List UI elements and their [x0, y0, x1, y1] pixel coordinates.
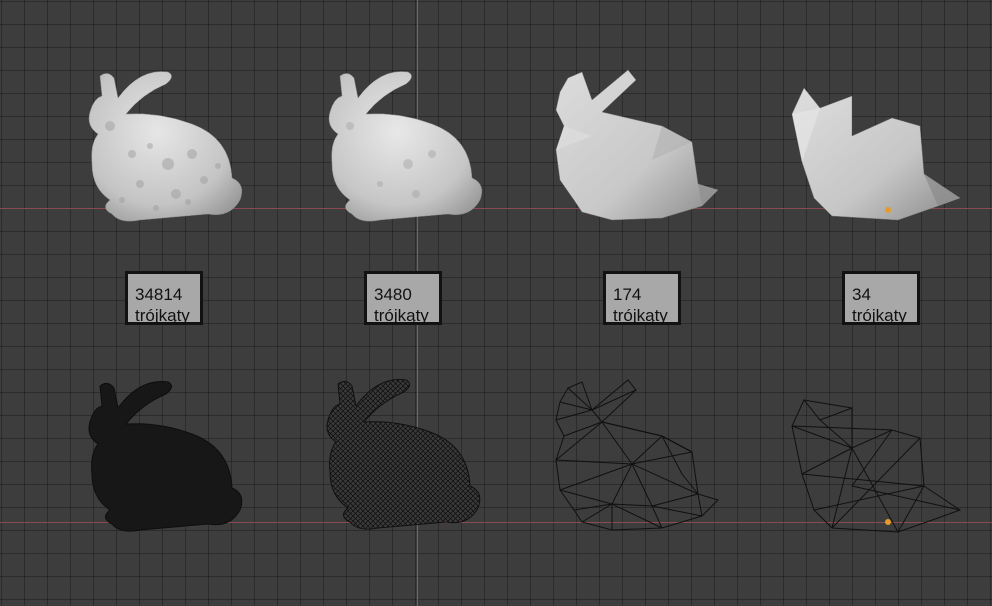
bunny-solid-high-poly[interactable]: [80, 68, 250, 230]
triangle-count: 34814: [135, 285, 183, 304]
bunny-solid-medium-poly[interactable]: [320, 68, 490, 230]
triangle-unit: trójkąty: [613, 306, 668, 325]
triangle-unit: trójkąty: [135, 306, 190, 325]
bunny-wireframe-very-low-poly[interactable]: [788, 390, 964, 540]
label-box-model-4: 34 trójkąty: [842, 271, 920, 325]
bunny-solid-low-poly[interactable]: [552, 64, 722, 230]
origin-point-icon: [885, 519, 891, 525]
label-box-model-1: 34814 trójkąty: [125, 271, 203, 325]
origin-point-icon: [885, 207, 891, 213]
triangle-unit: trójkąty: [852, 306, 907, 325]
triangle-count: 3480: [374, 285, 412, 304]
label-box-model-3: 174 trójkąty: [603, 271, 681, 325]
bunny-wireframe-medium-poly[interactable]: [318, 376, 488, 542]
triangle-count: 34: [852, 285, 871, 304]
3d-viewport[interactable]: 34814 trójkąty 3480 trójkąty 174 trójkąt…: [0, 0, 992, 606]
label-box-model-2: 3480 trójkąty: [364, 271, 442, 325]
bunny-wireframe-high-poly[interactable]: [80, 378, 250, 540]
triangle-count: 174: [613, 285, 642, 304]
triangle-unit: trójkąty: [374, 306, 429, 325]
bunny-wireframe-low-poly[interactable]: [552, 374, 722, 542]
bunny-solid-very-low-poly[interactable]: [788, 78, 964, 226]
